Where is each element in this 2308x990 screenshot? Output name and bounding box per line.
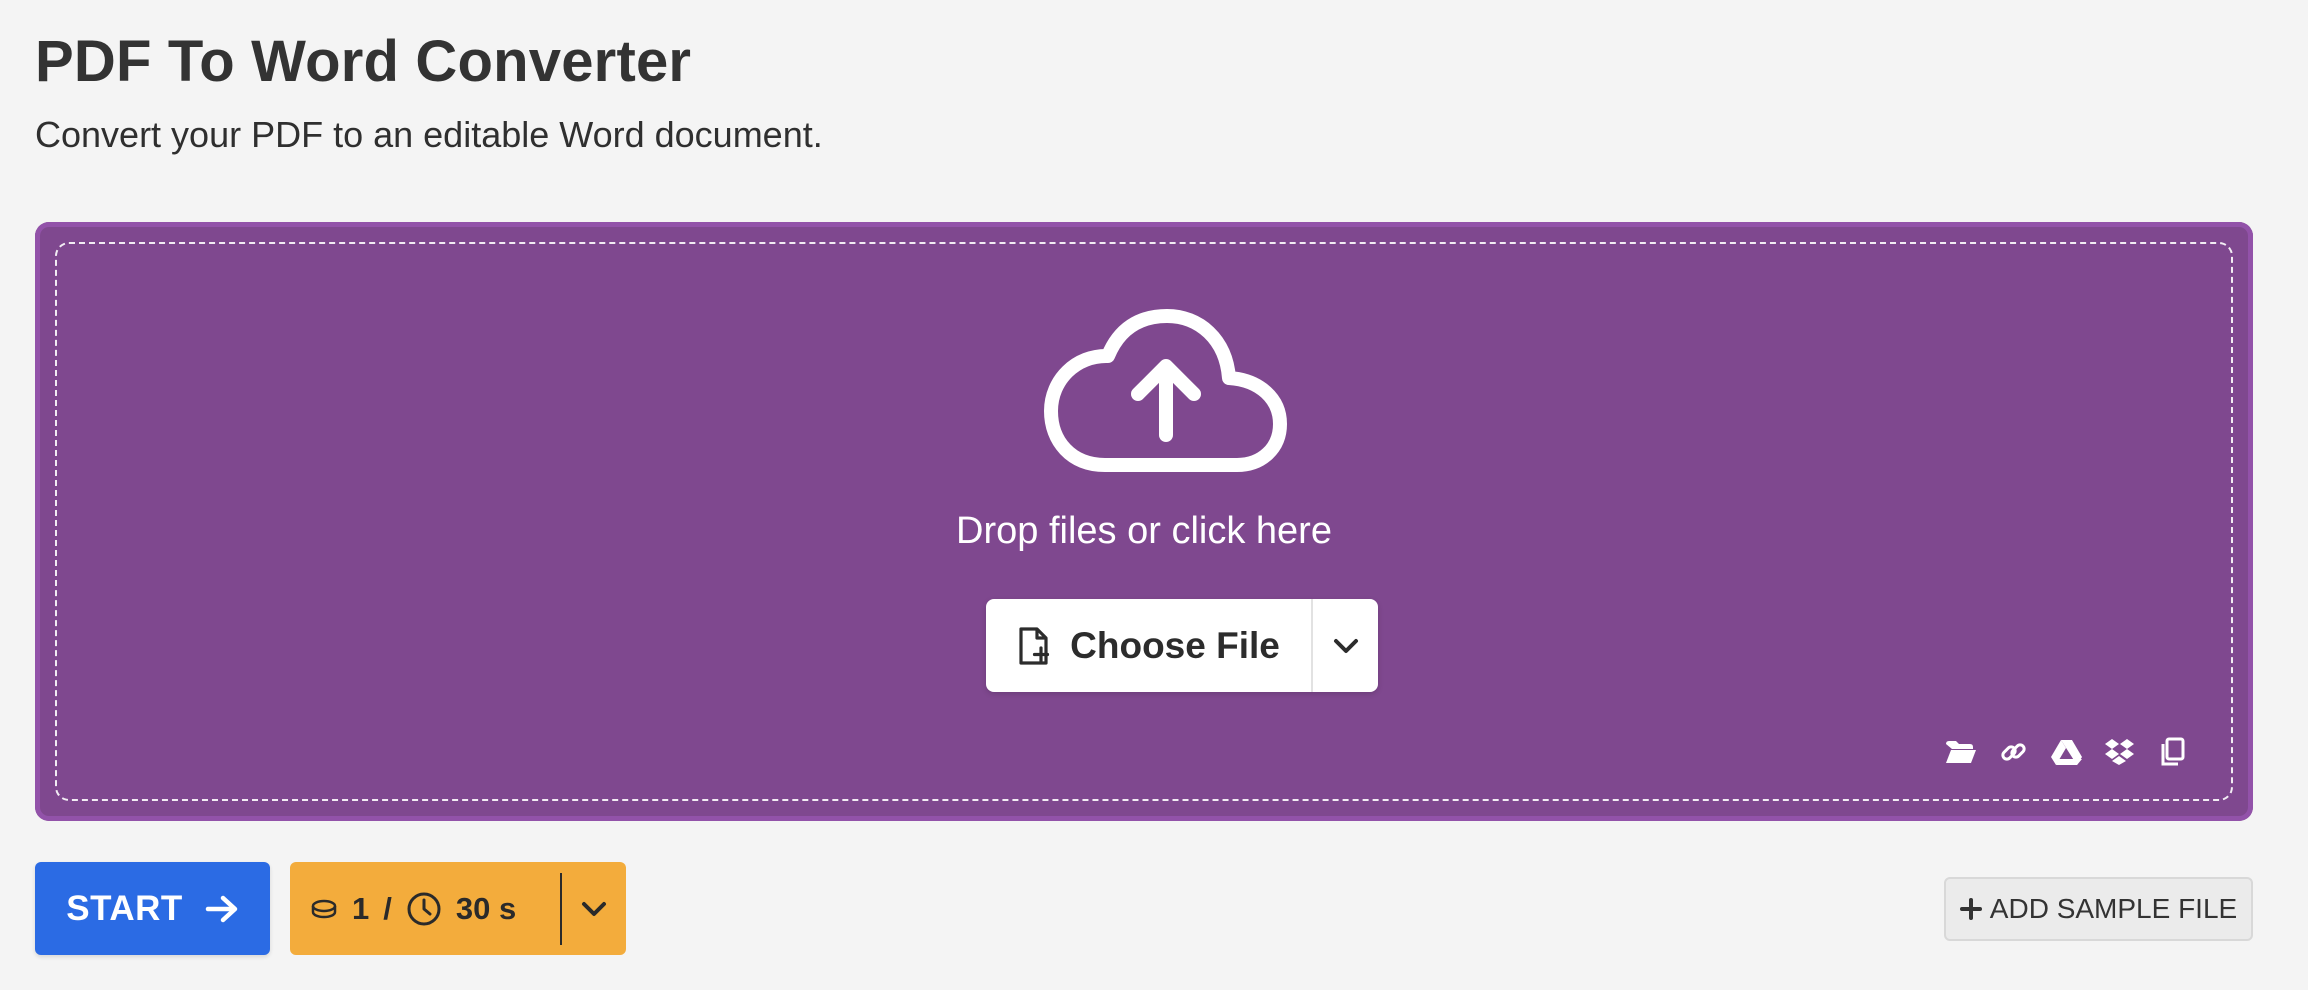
start-button[interactable]: START [35, 862, 270, 955]
chevron-down-icon [1333, 638, 1358, 653]
estimated-time: 30 s [455, 890, 517, 926]
arrow-right-icon [205, 895, 238, 922]
page-subtitle: Convert your PDF to an editable Word doc… [35, 114, 823, 155]
choose-file-button[interactable]: Choose File [986, 599, 1313, 692]
file-dropzone[interactable]: Drop files or click here Choose File [55, 242, 2233, 801]
choose-file-label: Choose File [1070, 624, 1280, 666]
dropzone-hint: Drop files or click here [956, 510, 1332, 552]
clock-icon [407, 892, 441, 925]
add-sample-file-label: ADD SAMPLE FILE [1989, 893, 2238, 924]
dropbox-icon[interactable] [2103, 737, 2136, 767]
start-label: START [66, 888, 183, 928]
chevron-down-icon [582, 901, 606, 916]
file-add-icon [1019, 626, 1050, 665]
folder-open-icon[interactable] [1944, 737, 1977, 767]
cloud-upload-icon [1044, 309, 1287, 472]
credit-count: 1 [352, 890, 370, 926]
upload-source-icons [1944, 737, 2189, 767]
page-title: PDF To Word Converter [35, 29, 692, 94]
conversion-cost-box[interactable]: 1 / 30 s [290, 862, 626, 955]
link-icon[interactable] [1997, 737, 2030, 767]
cost-separator: / [383, 890, 392, 926]
google-drive-icon[interactable] [2050, 737, 2083, 767]
conversion-options-dropdown[interactable] [562, 862, 626, 955]
choose-file-group: Choose File [986, 599, 1378, 692]
add-sample-file-button[interactable]: ADD SAMPLE FILE [1944, 877, 2253, 941]
choose-file-dropdown-button[interactable] [1313, 599, 1378, 692]
upload-panel[interactable]: Drop files or click here Choose File [35, 222, 2253, 821]
converter-page: PDF To Word Converter Convert your PDF t… [0, 0, 2308, 990]
plus-icon [1959, 898, 1982, 920]
clipboard-icon[interactable] [2156, 737, 2189, 767]
conversion-cost-info: 1 / 30 s [290, 862, 560, 955]
credit-coin-icon [311, 899, 337, 918]
